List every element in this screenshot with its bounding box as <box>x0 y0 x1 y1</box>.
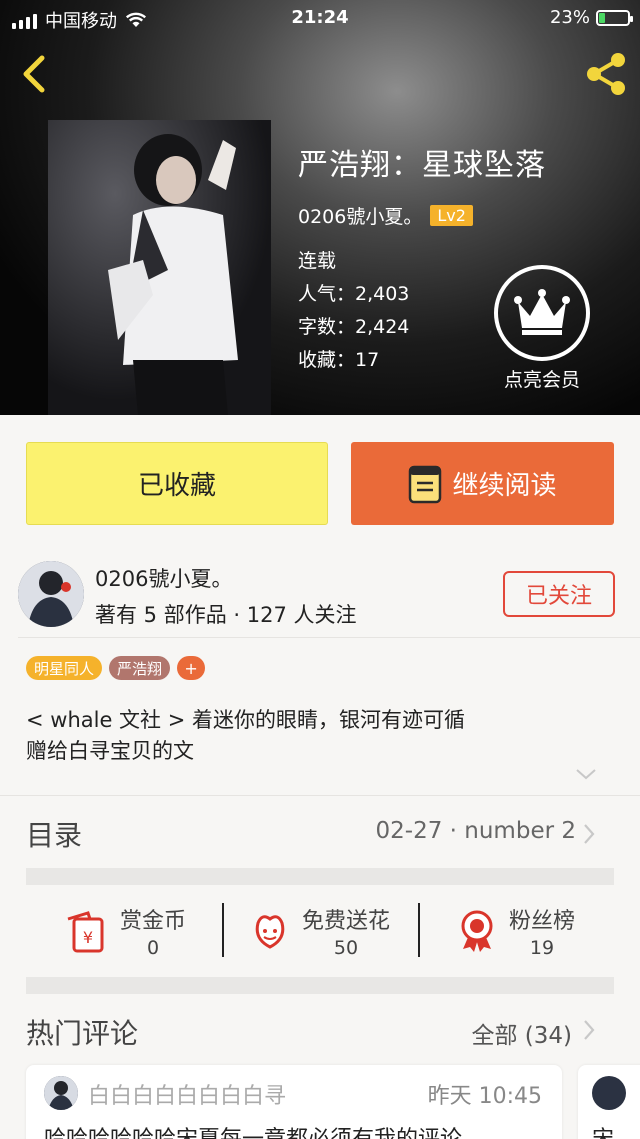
avatar-image <box>18 561 84 627</box>
description-line-1: < whale 文社 > 着迷你的眼睛，银河有迹可循 <box>26 708 465 732</box>
book-icon <box>409 465 442 503</box>
chevron-right-icon <box>584 1020 595 1040</box>
free-flower-title: 免费送花 <box>301 909 390 934</box>
chevron-right-icon <box>584 824 595 844</box>
fan-ranking-title: 粉丝榜 <box>508 909 575 934</box>
avatar[interactable] <box>18 561 84 627</box>
author-card-meta: 著有 5 部作品 · 127 人关注 <box>95 603 357 627</box>
chevron-down-icon <box>576 769 596 780</box>
add-tag-button[interactable]: + <box>177 656 206 680</box>
tag-celebrity-fanfic[interactable]: 明星同人 <box>26 656 103 680</box>
member-button[interactable]: 点亮会员 <box>494 265 590 392</box>
back-button[interactable] <box>14 52 54 96</box>
expand-description-button[interactable] <box>574 766 598 782</box>
stats-row: ¥ 赏金币 0 免费送花 50 粉丝榜 19 <box>26 885 614 977</box>
author-level-badge: Lv2 <box>430 205 473 226</box>
following-label: 已关注 <box>525 584 592 609</box>
comment-text: 哈哈哈哈哈哈宋夏每一章都必须有我的评论 <box>44 1121 462 1139</box>
all-comments-link[interactable]: 全部 (34) <box>471 1016 572 1050</box>
flower-icon <box>255 915 285 949</box>
tag-yan-haoxiang[interactable]: 严浩翔 <box>109 656 171 680</box>
comment-card[interactable]: 宋 <box>578 1065 640 1139</box>
free-flower-button[interactable]: 免费送花 50 <box>222 885 418 977</box>
chevron-left-icon <box>23 55 45 93</box>
book-detail-page: 中国移动 21:24 23% 严浩翔：星球坠落 0206號小夏。 Lv2 连载 … <box>0 0 640 1139</box>
crown-icon <box>514 289 570 335</box>
continue-reading-button[interactable]: 继续阅读 <box>351 442 614 525</box>
fan-ranking-value: 19 <box>529 937 555 959</box>
avatar <box>592 1076 626 1110</box>
book-description: < whale 文社 > 着迷你的眼睛，银河有迹可循 赠给白寻宝贝的文 <box>26 705 586 767</box>
hot-comments-header[interactable]: 热门评论 全部 (34) <box>0 994 640 1064</box>
share-button[interactable] <box>582 50 630 98</box>
book-title: 严浩翔：星球坠落 <box>298 148 546 183</box>
share-icon <box>587 53 625 95</box>
hero-header: 中国移动 21:24 23% 严浩翔：星球坠落 0206號小夏。 Lv2 连载 … <box>0 0 640 415</box>
comment-username: 白白白白白白白白寻 <box>88 1084 287 1109</box>
favorited-label: 已收藏 <box>137 471 216 501</box>
favorited-button[interactable]: 已收藏 <box>26 442 328 525</box>
comment-card[interactable]: 白白白白白白白白寻 昨天 10:45 哈哈哈哈哈哈宋夏每一章都必须有我的评论 <box>26 1065 562 1139</box>
avatar <box>44 1076 78 1110</box>
fan-ranking-button[interactable]: 粉丝榜 19 <box>418 885 614 977</box>
latest-chapter: 02-27 · number 2 <box>375 818 576 844</box>
comment-time: 昨天 10:45 <box>427 1084 542 1109</box>
coin-reward-title: 赏金币 <box>119 909 186 934</box>
medal-icon <box>461 910 493 952</box>
author-card[interactable]: 0206號小夏。 著有 5 部作品 · 127 人关注 已关注 <box>0 555 640 635</box>
toc-label: 目录 <box>26 819 83 852</box>
clock: 21:24 <box>291 7 349 28</box>
description-line-2: 赠给白寻宝贝的文 <box>26 739 194 763</box>
red-envelope-icon: ¥ <box>67 911 104 953</box>
svg-text:¥: ¥ <box>83 928 93 947</box>
section-separator <box>26 868 614 885</box>
author-card-name: 0206號小夏。 <box>95 567 233 591</box>
coin-reward-button[interactable]: ¥ 赏金币 0 <box>26 885 222 977</box>
author-name[interactable]: 0206號小夏。 <box>298 202 422 229</box>
following-button[interactable]: 已关注 <box>503 571 615 617</box>
section-separator <box>26 977 614 994</box>
comment-text: 宋 <box>592 1121 614 1139</box>
book-cover[interactable] <box>48 120 271 415</box>
battery-percent: 23% <box>549 7 590 28</box>
hot-comments-label: 热门评论 <box>26 1017 139 1050</box>
free-flower-value: 50 <box>333 937 359 959</box>
divider <box>18 637 640 638</box>
coin-reward-value: 0 <box>146 937 160 959</box>
cover-image <box>48 120 271 415</box>
tag-list: 明星同人 严浩翔 + <box>26 656 206 680</box>
member-label: 点亮会员 <box>503 369 580 391</box>
battery-icon <box>596 9 633 26</box>
status-bar: 中国移动 21:24 23% <box>0 0 640 36</box>
table-of-contents-row[interactable]: 目录 02-27 · number 2 <box>0 796 640 868</box>
continue-reading-label: 继续阅读 <box>452 471 557 501</box>
